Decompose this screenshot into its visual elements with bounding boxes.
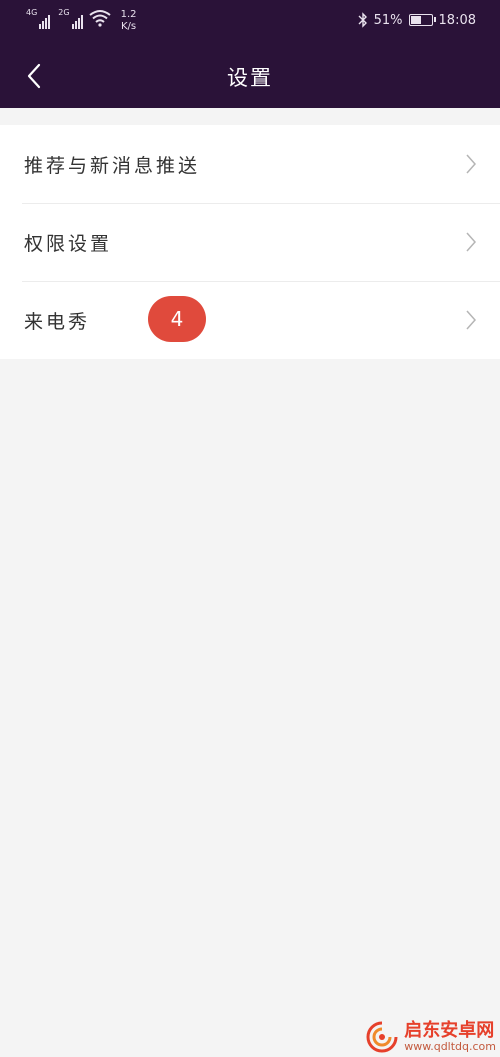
battery-icon [408, 14, 436, 26]
page-title: 设置 [227, 66, 273, 90]
status-bar: 4G 2G 1.2 K/s 51% 18:08 [0, 0, 500, 44]
bluetooth-icon [358, 12, 367, 28]
settings-item-permissions[interactable]: 权限设置 [0, 203, 500, 281]
settings-list: 推荐与新消息推送 权限设置 来电秀 [0, 125, 500, 359]
clock: 18:08 [438, 12, 476, 28]
watermark: 启东安卓网 www.qdltdq.com [366, 1021, 496, 1053]
signal-2g-label: 2G [58, 8, 70, 17]
battery-level [410, 16, 421, 24]
network-speed-value: 1.2 [120, 9, 137, 20]
settings-item-label: 权限设置 [24, 232, 113, 255]
network-speed-unit: K/s [120, 21, 137, 32]
step-badge: 4 [148, 296, 206, 342]
watermark-name: 启东安卓网 [404, 1020, 495, 1042]
watermark-url: www.qdltdq.com [404, 1039, 496, 1053]
chevron-right-icon [466, 154, 476, 174]
settings-item-label: 来电秀 [24, 310, 91, 333]
chevron-right-icon [466, 310, 476, 330]
status-right: 51% 18:08 [358, 12, 476, 28]
settings-item-push[interactable]: 推荐与新消息推送 [0, 125, 500, 203]
wifi-icon [88, 10, 111, 27]
watermark-logo-icon [366, 1021, 398, 1053]
battery-percent: 51% [373, 12, 403, 28]
chevron-right-icon [466, 232, 476, 252]
network-speed: 1.2 K/s [121, 9, 137, 33]
settings-item-call-show[interactable]: 来电秀 [0, 281, 500, 359]
nav-bar: 设置 [0, 44, 500, 108]
status-left: 4G 2G 1.2 K/s [26, 9, 137, 33]
signal-2g-icon: 2G [58, 8, 83, 29]
settings-item-label: 推荐与新消息推送 [24, 154, 201, 177]
signal-4g-label: 4G [26, 8, 38, 17]
watermark-text: 启东安卓网 www.qdltdq.com [404, 1021, 496, 1053]
signal-4g-icon: 4G [26, 8, 51, 29]
